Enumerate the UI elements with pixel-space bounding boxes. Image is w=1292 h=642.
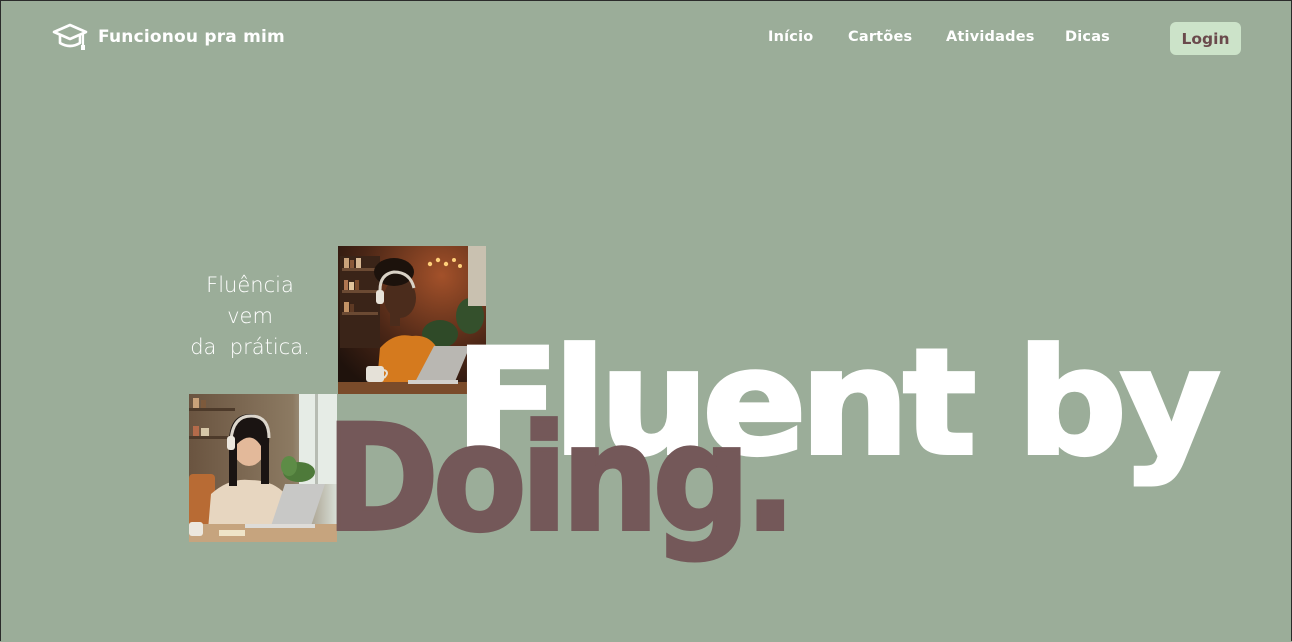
brand-name: Funcionou pra mim bbox=[98, 27, 285, 47]
login-button[interactable]: Login bbox=[1170, 22, 1241, 55]
headline-doing: Doing. bbox=[324, 394, 798, 564]
brand-logo-link[interactable]: Funcionou pra mim bbox=[52, 22, 285, 52]
nav-item-cartoes[interactable]: Cartões bbox=[848, 29, 912, 45]
nav-item-dicas[interactable]: Dicas bbox=[1065, 29, 1110, 45]
nav-item-atividades[interactable]: Atividades bbox=[946, 29, 1035, 45]
nav-item-inicio[interactable]: Início bbox=[768, 29, 813, 45]
graduation-cap-icon bbox=[52, 23, 88, 50]
tagline-line: da prática. bbox=[190, 335, 310, 359]
tagline-line: Fluência bbox=[206, 273, 294, 297]
tagline-line: vem bbox=[227, 304, 273, 328]
hero-tagline: Fluência vem da prática. bbox=[180, 270, 320, 363]
student-photo-2 bbox=[189, 394, 337, 542]
